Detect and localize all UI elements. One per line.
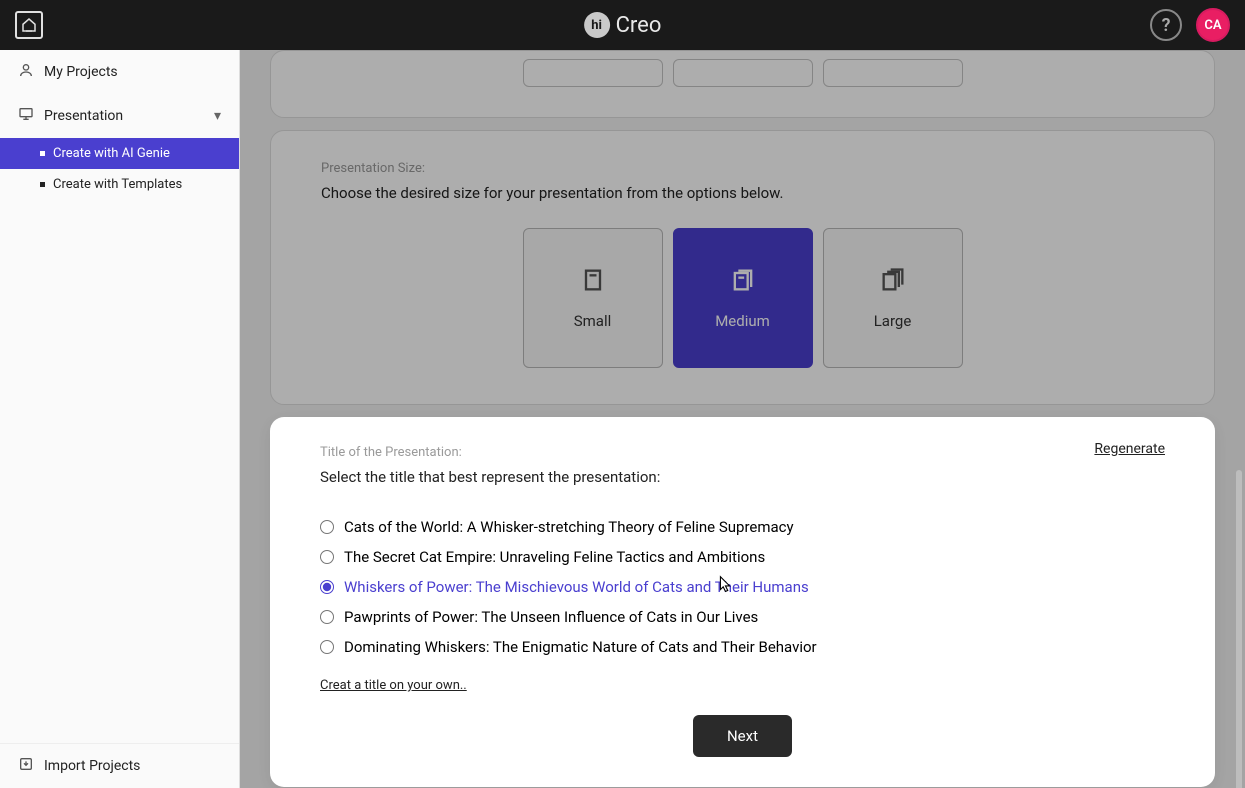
title-option-label: Cats of the World: A Whisker-stretching …: [344, 518, 794, 536]
title-option-label: Pawprints of Power: The Unseen Influence…: [344, 608, 758, 626]
sidebar-item-label: My Projects: [44, 64, 118, 80]
sidebar-item-my-projects[interactable]: My Projects: [0, 50, 239, 94]
title-option[interactable]: Pawprints of Power: The Unseen Influence…: [320, 602, 1165, 632]
radio-input[interactable]: [320, 580, 334, 594]
vertical-scrollbar[interactable]: [1236, 470, 1242, 788]
page-icon: [579, 266, 607, 298]
size-option-label: Small: [574, 312, 612, 330]
bullet-icon: [40, 151, 45, 156]
size-option-medium[interactable]: Medium: [673, 228, 813, 368]
user-avatar[interactable]: CA: [1196, 8, 1230, 42]
radio-input[interactable]: [320, 550, 334, 564]
title-option-label: The Secret Cat Empire: Unraveling Feline…: [344, 548, 765, 566]
create-own-title-link[interactable]: Creat a title on your own..: [320, 678, 467, 693]
sidebar-subitem-label: Create with AI Genie: [53, 146, 170, 161]
title-option-label: Dominating Whiskers: The Enigmatic Natur…: [344, 638, 817, 656]
sidebar-item-import-projects[interactable]: Import Projects: [0, 743, 239, 788]
title-option[interactable]: The Secret Cat Empire: Unraveling Feline…: [320, 542, 1165, 572]
chevron-down-icon: ▾: [214, 108, 221, 124]
size-option-label: Large: [874, 312, 912, 330]
size-label: Presentation Size:: [321, 161, 1164, 176]
option-card[interactable]: [673, 59, 813, 87]
regenerate-link[interactable]: Regenerate: [1094, 441, 1165, 457]
main-content: Presentation Size: Choose the desired si…: [240, 50, 1245, 788]
sidebar-item-label: Import Projects: [44, 758, 140, 774]
size-option-label: Medium: [715, 312, 770, 330]
sidebar-subitem-create-templates[interactable]: Create with Templates: [0, 169, 239, 200]
title-description: Select the title that best represent the…: [320, 468, 1165, 486]
presentation-icon: [18, 106, 34, 126]
size-description: Choose the desired size for your present…: [321, 184, 1164, 202]
size-option-small[interactable]: Small: [523, 228, 663, 368]
sidebar-subitem-create-ai[interactable]: Create with AI Genie: [0, 138, 239, 169]
sidebar-item-presentation[interactable]: Presentation ▾: [0, 94, 239, 138]
sidebar: My Projects Presentation ▾ Create with A…: [0, 50, 240, 788]
title-options: Cats of the World: A Whisker-stretching …: [320, 512, 1165, 662]
title-option[interactable]: Cats of the World: A Whisker-stretching …: [320, 512, 1165, 542]
help-icon[interactable]: ?: [1150, 9, 1182, 41]
title-option[interactable]: Dominating Whiskers: The Enigmatic Natur…: [320, 632, 1165, 662]
radio-input[interactable]: [320, 520, 334, 534]
size-option-large[interactable]: Large: [823, 228, 963, 368]
app-logo: hi Creo: [584, 12, 662, 38]
radio-input[interactable]: [320, 610, 334, 624]
title-panel: Regenerate Title of the Presentation: Se…: [270, 417, 1215, 787]
import-icon: [18, 756, 34, 776]
pages-stack-icon: [879, 266, 907, 298]
option-card[interactable]: [823, 59, 963, 87]
sidebar-subitem-label: Create with Templates: [53, 177, 182, 192]
pages-icon: [729, 266, 757, 298]
app-header: hi Creo ? CA: [0, 0, 1245, 50]
title-label: Title of the Presentation:: [320, 445, 1165, 460]
radio-input[interactable]: [320, 640, 334, 654]
prev-panel: [270, 50, 1215, 118]
person-icon: [18, 62, 34, 82]
logo-badge: hi: [584, 12, 610, 38]
home-icon[interactable]: [15, 11, 43, 39]
title-option[interactable]: Whiskers of Power: The Mischievous World…: [320, 572, 1165, 602]
next-button[interactable]: Next: [693, 715, 792, 757]
sidebar-item-label: Presentation: [44, 108, 123, 124]
logo-text: Creo: [616, 13, 662, 38]
size-panel: Presentation Size: Choose the desired si…: [270, 130, 1215, 405]
option-card[interactable]: [523, 59, 663, 87]
bullet-icon: [40, 182, 45, 187]
title-option-label: Whiskers of Power: The Mischievous World…: [344, 578, 809, 596]
